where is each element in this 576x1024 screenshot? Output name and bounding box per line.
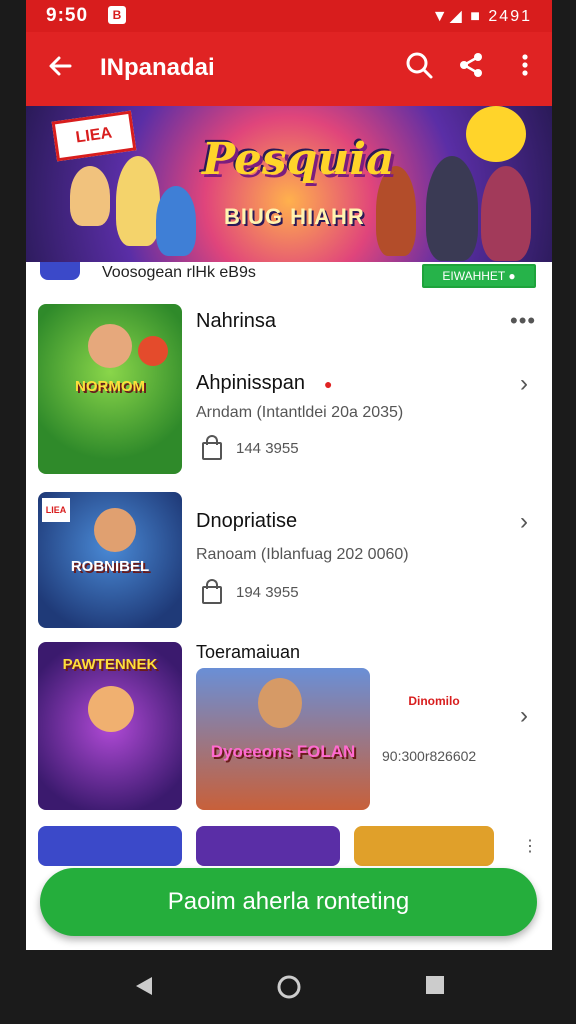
- recents-icon[interactable]: [424, 974, 446, 1003]
- character-art: [116, 156, 160, 246]
- card-meta: Arndam (Intantldei 20a 2035): [196, 404, 404, 421]
- primary-cta-button[interactable]: Paoim aherla ronteting: [40, 868, 537, 936]
- search-icon[interactable]: [402, 50, 436, 84]
- arrow-left-icon[interactable]: [44, 50, 76, 82]
- hero-banner[interactable]: LIEA Pesquia BIUG HIAHR: [26, 106, 552, 264]
- list-item[interactable]: LIEA ROBNIBEL Dnopriatise › Ranoam (Ibla…: [26, 486, 552, 635]
- thumb-label: Dyoeeons FOLAN: [210, 742, 356, 761]
- more-vert-icon[interactable]: [508, 50, 542, 84]
- lock-icon: [202, 435, 222, 460]
- more-horiz-icon[interactable]: •••: [510, 308, 536, 334]
- character-art: [88, 324, 132, 368]
- character-art: [481, 166, 531, 261]
- card-title: Dnopriatise: [196, 510, 298, 532]
- list-item[interactable]: NORMOM Nahrinsa ••• Ahpinisspan ● › Arnd…: [26, 290, 552, 487]
- game-thumbnail: LIEA ROBNIBEL: [38, 492, 182, 628]
- sub-row-text: Voosogean rlHk eB9s: [102, 264, 256, 281]
- game-thumbnail: [38, 826, 182, 866]
- list-item[interactable]: ⋮: [26, 818, 552, 868]
- thumb-label: PAWTENNEK: [62, 656, 158, 673]
- app-bar: INpanadai: [26, 32, 552, 106]
- chevron-right-icon[interactable]: ›: [520, 370, 528, 398]
- mascot-art: [466, 106, 526, 162]
- lock-value: 194 3955: [236, 584, 299, 601]
- card-meta: Ranoam (Iblanfuag 202 0060): [196, 546, 409, 563]
- status-bar: 9:50 B ▼◢ ■ 2491: [26, 0, 552, 32]
- card-subtitle: Ahpinisspan: [196, 372, 305, 394]
- thumb-label: NORMOM: [75, 378, 145, 395]
- card-title: Nahrinsa: [196, 310, 277, 332]
- character-art: [258, 678, 302, 728]
- app-title: INpanadai: [100, 54, 215, 81]
- system-nav-bar: [0, 950, 576, 1024]
- app-screen: 9:50 B ▼◢ ■ 2491 INpanadai LIEA Pesquia …: [26, 0, 552, 950]
- character-art: [70, 166, 110, 226]
- tag-icon: LIEA: [42, 498, 70, 522]
- chevron-right-icon[interactable]: ›: [520, 508, 528, 536]
- character-art: [94, 508, 136, 552]
- sub-row: Voosogean rlHk eB9s EIWAHHET ●: [26, 262, 552, 288]
- game-thumbnail: PAWTENNEK: [38, 642, 182, 810]
- hero-title: Pesquia: [202, 134, 395, 185]
- character-art: [156, 186, 196, 256]
- game-thumbnail: [354, 826, 494, 866]
- ball-art: [138, 336, 168, 366]
- more-vert-icon[interactable]: ⋮: [522, 836, 539, 856]
- lock-icon: [202, 579, 222, 604]
- notification-icon: B: [108, 6, 126, 24]
- hero-tag: LIEA: [51, 110, 137, 162]
- card-title: Toeramaiuan: [196, 642, 301, 662]
- device-frame-left: [0, 0, 26, 1024]
- mini-logo: Dinomilo: [408, 694, 460, 708]
- game-icon: [40, 262, 80, 280]
- back-icon[interactable]: [132, 974, 156, 1005]
- device-frame-right: [552, 0, 576, 1024]
- list-item[interactable]: PAWTENNEK Toeramaiuan Dyoeeons FOLAN Din…: [26, 634, 552, 819]
- chevron-right-icon[interactable]: ›: [520, 702, 528, 730]
- home-icon[interactable]: [276, 974, 302, 1007]
- status-icons: ▼◢ ■ 2491: [431, 8, 532, 25]
- thumb-label: ROBNIBEL: [70, 558, 150, 575]
- status-badge[interactable]: EIWAHHET ●: [422, 264, 536, 288]
- game-thumbnail: [196, 826, 340, 866]
- status-time: 9:50: [46, 5, 89, 26]
- hero-subtitle: BIUG HIAHR: [224, 204, 365, 229]
- character-art: [88, 686, 134, 732]
- game-thumbnail-secondary[interactable]: Dyoeeons FOLAN: [196, 668, 370, 810]
- card-meta: 90:300r826602: [382, 748, 477, 764]
- heart-icon: ●: [324, 376, 333, 392]
- game-thumbnail: NORMOM: [38, 304, 182, 474]
- share-icon[interactable]: [454, 50, 488, 84]
- lock-value: 144 3955: [236, 440, 299, 457]
- character-art: [426, 156, 478, 261]
